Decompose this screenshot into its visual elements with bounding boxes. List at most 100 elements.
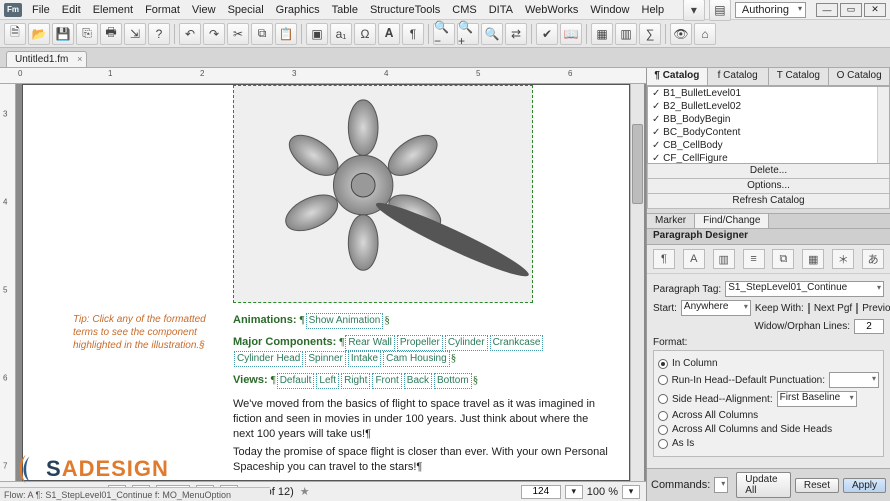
component-link[interactable]: Cylinder Head xyxy=(234,351,303,367)
print-icon[interactable]: 🖶 xyxy=(100,23,122,45)
save-icon[interactable]: 💾 xyxy=(52,23,74,45)
menu-window[interactable]: Window xyxy=(584,2,635,18)
workspace-select[interactable]: Authoring xyxy=(735,2,806,18)
anchored-frame-icon[interactable]: ▣ xyxy=(306,23,328,45)
minimize-button[interactable]: — xyxy=(816,3,838,17)
radio-allcols-sh[interactable] xyxy=(658,425,668,435)
save-all-icon[interactable]: ⎘ xyxy=(76,23,98,45)
catalog-list[interactable]: B1_BulletLevel01 B2_BulletLevel02 BB_Bod… xyxy=(647,86,890,164)
menu-help[interactable]: Help xyxy=(636,2,671,18)
pd-tag-select[interactable]: S1_StepLevel01_Continue xyxy=(725,281,884,297)
pd-commands-menu[interactable] xyxy=(714,477,728,493)
component-link[interactable]: Crankcase xyxy=(490,335,544,351)
catalog-item[interactable]: B2_BulletLevel02 xyxy=(648,100,889,113)
body-paragraph-2[interactable]: Today the promise of space flight is clo… xyxy=(233,445,609,475)
catalog-item[interactable]: BC_BodyContent xyxy=(648,126,889,139)
pd-font-icon[interactable]: A xyxy=(683,249,705,269)
sidehead-align-select[interactable]: First Baseline xyxy=(777,391,857,407)
component-link[interactable]: Intake xyxy=(348,351,381,367)
workspace-icon[interactable]: ▤ xyxy=(709,0,731,21)
view-link[interactable]: Right xyxy=(341,373,370,389)
catalog-item[interactable]: BB_BodyBegin xyxy=(648,113,889,126)
view-icon[interactable]: 👁 xyxy=(670,23,692,45)
footnote-icon[interactable]: a₁ xyxy=(330,23,352,45)
equation-icon[interactable]: ∑ xyxy=(639,23,661,45)
radio-in-column[interactable] xyxy=(658,359,668,369)
pd-basic-icon[interactable]: ¶ xyxy=(653,249,675,269)
catalog-refresh-button[interactable]: Refresh Catalog xyxy=(647,193,890,209)
para-format-icon[interactable]: ¶ xyxy=(402,23,424,45)
tab-find-change[interactable]: Find/Change xyxy=(695,214,769,228)
tab-table-catalog[interactable]: T Catalog xyxy=(769,68,830,85)
zoom-out-icon[interactable]: 🔍− xyxy=(433,23,455,45)
menu-format[interactable]: Format xyxy=(139,2,186,18)
paste-icon[interactable]: 📋 xyxy=(275,23,297,45)
component-link[interactable]: Rear Wall xyxy=(345,335,395,351)
spell-icon[interactable]: ✔ xyxy=(536,23,558,45)
view-link[interactable]: Default xyxy=(277,373,315,389)
maximize-button[interactable]: ▭ xyxy=(840,3,862,17)
undo-icon[interactable]: ↶ xyxy=(179,23,201,45)
menu-webworks[interactable]: WebWorks xyxy=(519,2,584,18)
view-link[interactable]: Left xyxy=(316,373,339,389)
redo-icon[interactable]: ↷ xyxy=(203,23,225,45)
table-icon[interactable]: ▦ xyxy=(591,23,613,45)
replace-icon[interactable]: ⇄ xyxy=(505,23,527,45)
radio-allcols[interactable] xyxy=(658,411,668,421)
close-button[interactable]: ✕ xyxy=(864,3,886,17)
component-link[interactable]: Cylinder xyxy=(445,335,488,351)
help-icon[interactable]: ? xyxy=(148,23,170,45)
vertical-scrollbar[interactable] xyxy=(630,84,644,481)
menu-special[interactable]: Special xyxy=(222,2,270,18)
document-page[interactable]: Tip: Click any of the formatted terms to… xyxy=(22,84,630,481)
zoom-input[interactable] xyxy=(521,485,561,499)
catalog-item[interactable]: CF_CellFigure xyxy=(648,152,889,164)
menu-file[interactable]: File xyxy=(26,2,56,18)
tab-para-catalog[interactable]: ¶ Catalog xyxy=(647,68,708,85)
catalog-item[interactable]: B1_BulletLevel01 xyxy=(648,87,889,100)
menu-edit[interactable]: Edit xyxy=(56,2,87,18)
pd-asian-icon[interactable]: あ xyxy=(862,249,884,269)
pd-direction-icon[interactable]: ＊ xyxy=(832,249,854,269)
view-link[interactable]: Front xyxy=(372,373,401,389)
menu-cms[interactable]: CMS xyxy=(446,2,482,18)
symbols-icon[interactable]: Ω xyxy=(354,23,376,45)
char-format-icon[interactable]: 𝐀 xyxy=(378,23,400,45)
scrollbar-thumb[interactable] xyxy=(632,124,643,204)
view-link[interactable]: Back xyxy=(404,373,432,389)
apply-button[interactable]: Apply xyxy=(843,478,886,493)
view-link[interactable]: Bottom xyxy=(434,373,472,389)
open-icon[interactable]: 📂 xyxy=(28,23,50,45)
animation-link[interactable]: Show Animation xyxy=(306,313,384,329)
pd-numbering-icon[interactable]: ≡ xyxy=(743,249,765,269)
pd-tablecell-icon[interactable]: ▦ xyxy=(802,249,824,269)
pd-widow-input[interactable] xyxy=(854,319,884,334)
radio-asis[interactable] xyxy=(658,439,668,449)
pd-pagination-icon[interactable]: ▥ xyxy=(713,249,735,269)
runin-punct-input[interactable] xyxy=(829,372,879,388)
menu-graphics[interactable]: Graphics xyxy=(270,2,326,18)
menu-dita[interactable]: DITA xyxy=(483,2,519,18)
radio-sidehead[interactable] xyxy=(658,394,668,404)
tab-object-catalog[interactable]: O Catalog xyxy=(829,68,890,85)
reset-button[interactable]: Reset xyxy=(795,478,839,493)
copy-icon[interactable]: ⧉ xyxy=(251,23,273,45)
import-icon[interactable]: ⇲ xyxy=(124,23,146,45)
borders-icon[interactable]: ▥ xyxy=(615,23,637,45)
arrow-down-icon[interactable]: ▾ xyxy=(683,0,705,21)
zoom-down-button[interactable]: ▾ xyxy=(565,485,583,499)
menu-element[interactable]: Element xyxy=(87,2,139,18)
pd-advanced-icon[interactable]: ⧉ xyxy=(772,249,794,269)
pd-start-select[interactable]: Anywhere xyxy=(681,300,751,316)
tags-icon[interactable]: ⌂ xyxy=(694,23,716,45)
body-paragraph-1[interactable]: We've moved from the basics of flight to… xyxy=(233,397,609,442)
component-link[interactable]: Spinner xyxy=(305,351,345,367)
catalog-scrollbar[interactable] xyxy=(877,87,889,163)
zoom-in-icon[interactable]: 🔍+ xyxy=(457,23,479,45)
update-all-button[interactable]: Update All xyxy=(736,472,791,498)
catalog-options-button[interactable]: Options... xyxy=(647,178,890,194)
thesaurus-icon[interactable]: 📖 xyxy=(560,23,582,45)
component-link[interactable]: Propeller xyxy=(397,335,443,351)
document-tab[interactable]: Untitled1.fm × xyxy=(6,51,87,67)
catalog-delete-button[interactable]: Delete... xyxy=(647,163,890,179)
